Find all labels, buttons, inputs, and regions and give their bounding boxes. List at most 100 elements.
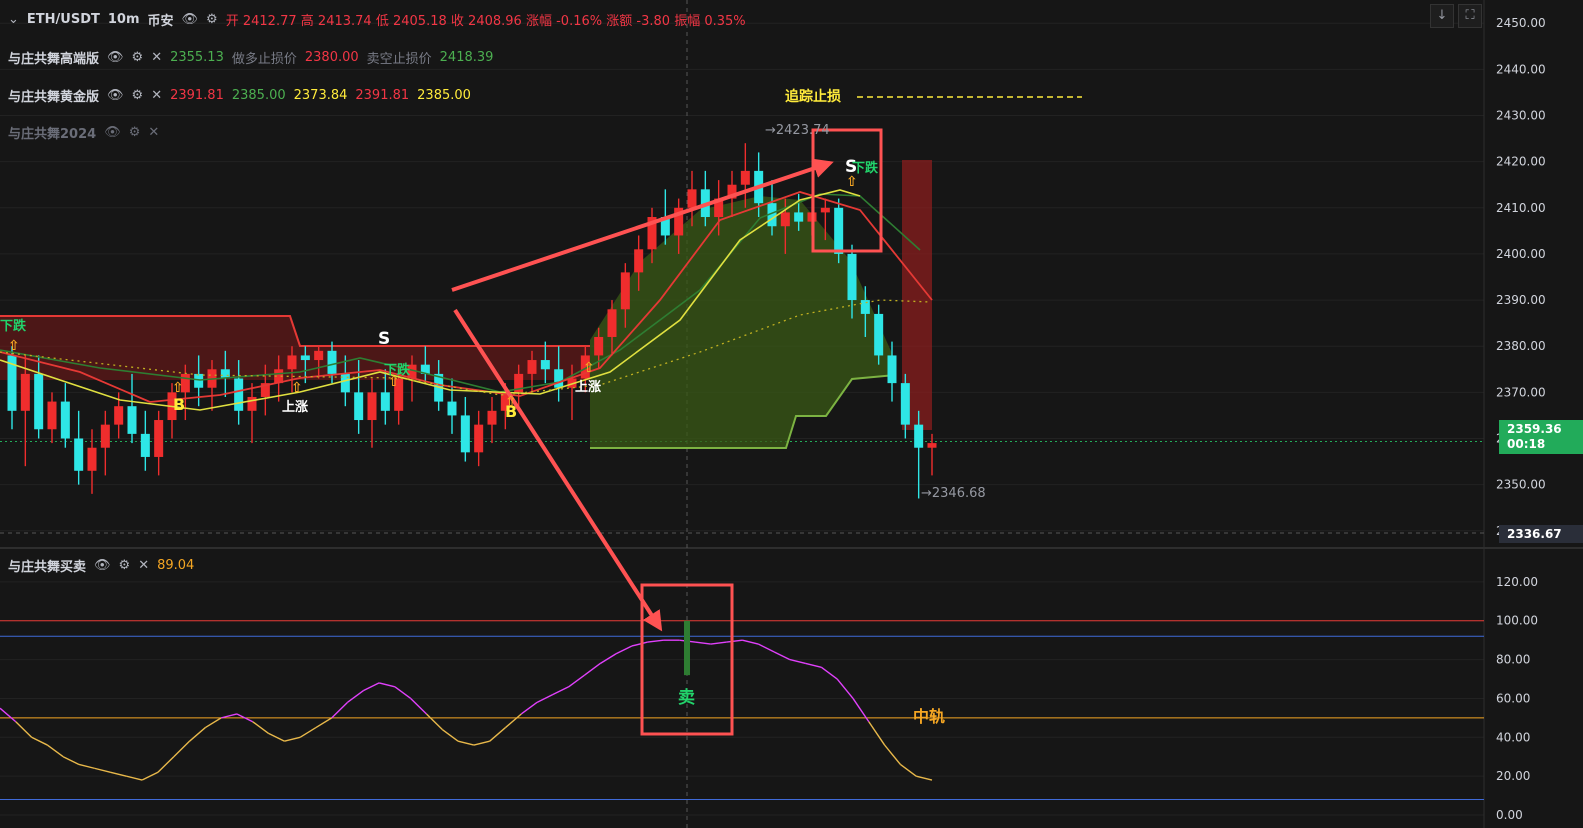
osc-tick: 120.00 <box>1496 575 1538 589</box>
osc-line <box>520 701 538 715</box>
indicator-row: 与庄共舞高端版 👁 ⚙ ✕ 2355.13 做多止损价 2380.00 卖空止损价 2418.3… <box>8 48 493 67</box>
osc-line <box>126 775 143 781</box>
osc-tick: 0.00 <box>1496 808 1523 822</box>
candle-body <box>87 447 97 471</box>
price-tick: 2430.00 <box>1496 109 1546 123</box>
candle-body <box>20 373 30 411</box>
exchange-label: 币安 <box>147 14 174 29</box>
candle-body <box>594 336 604 356</box>
osc-line <box>505 713 522 729</box>
osc-line <box>441 728 459 742</box>
osc-line <box>821 666 838 680</box>
candle-body <box>287 355 297 370</box>
candle-body <box>554 369 564 388</box>
osc-line <box>457 740 475 746</box>
indicator-value: 2355.13 <box>170 50 224 65</box>
osc-line <box>110 771 127 777</box>
candle-body <box>860 300 870 314</box>
osc-tick: 60.00 <box>1496 691 1530 705</box>
sub-indicator-header: 与庄共舞买卖 👁 ⚙ ✕ 89.04 <box>8 556 194 575</box>
close-icon[interactable]: ✕ <box>151 50 162 65</box>
fullscreen-icon[interactable]: ⛶ <box>1458 4 1482 28</box>
candle-body <box>447 401 457 416</box>
up-label: 上涨 <box>282 400 308 415</box>
close-icon[interactable]: ✕ <box>151 88 162 103</box>
candle-body <box>527 360 537 374</box>
eye-icon[interactable]: 👁 <box>107 88 124 103</box>
osc-line <box>378 682 396 688</box>
signal-b: B <box>173 395 185 414</box>
chevron-down-icon[interactable]: ⌄ <box>8 12 19 27</box>
osc-line <box>726 639 743 643</box>
sub-indicator-name[interactable]: 与庄共舞买卖 <box>8 556 86 575</box>
gear-icon[interactable]: ⚙ <box>129 125 141 140</box>
close-icon[interactable]: ✕ <box>148 125 159 140</box>
arrow-marker-icon: ⇧ <box>505 394 517 410</box>
indicator-name[interactable]: 与庄共舞高端版 <box>8 48 99 67</box>
osc-line <box>473 740 490 746</box>
price-tick: 2370.00 <box>1496 385 1546 399</box>
indicator-value: 2385.00 <box>417 88 471 103</box>
osc-line <box>631 641 648 647</box>
candle-body <box>834 207 844 254</box>
symbol-name[interactable]: ETH/USDT <box>27 12 100 27</box>
osc-line <box>315 717 333 729</box>
indicator-value: 做多止损价 <box>231 52 297 67</box>
indicator-name[interactable]: 与庄共舞2024 <box>8 123 96 142</box>
indicator-name[interactable]: 与庄共舞黄金版 <box>8 86 99 105</box>
crosshair-price-label: 2336.67 <box>1499 525 1583 543</box>
close-icon[interactable]: ✕ <box>138 558 149 573</box>
candle-body <box>300 355 310 361</box>
osc-tick: 80.00 <box>1496 653 1530 667</box>
osc-line <box>173 740 191 758</box>
candle-body <box>60 401 70 439</box>
high-marker: →2423.74 <box>765 123 830 138</box>
sell-signal-bar <box>684 620 690 676</box>
interval-label[interactable]: 10m <box>108 12 140 27</box>
osc-line <box>584 662 601 676</box>
osc-line <box>284 736 301 742</box>
candle-body <box>780 212 790 227</box>
scroll-down-icon[interactable]: ↓ <box>1430 4 1454 28</box>
indicator-value: 卖空止损价 <box>366 52 432 67</box>
candle-body <box>820 207 830 213</box>
candle-body <box>874 313 884 356</box>
candle-body <box>887 355 897 384</box>
low-marker: →2346.68 <box>921 486 986 501</box>
arrow-marker-icon: ⇧ <box>583 360 595 376</box>
osc-line <box>0 707 17 723</box>
osc-line <box>363 682 380 692</box>
candle-body <box>380 392 390 411</box>
candle-body <box>740 170 750 185</box>
eye-icon[interactable]: 👁 <box>182 12 199 27</box>
sell-label: 卖 <box>678 687 695 708</box>
indicator-value: 2380.00 <box>304 50 359 65</box>
osc-line <box>94 767 111 773</box>
eye-icon[interactable]: 👁 <box>104 125 121 140</box>
eye-icon[interactable]: 👁 <box>107 50 124 65</box>
arrow-marker-icon: ⇧ <box>846 174 858 190</box>
candle-body <box>314 350 324 361</box>
osc-line <box>46 744 64 758</box>
osc-line <box>426 713 443 731</box>
candle-body <box>487 410 497 425</box>
candle-body <box>100 424 110 448</box>
gear-icon[interactable]: ⚙ <box>132 88 144 103</box>
osc-tick: 20.00 <box>1496 769 1530 783</box>
candle-body <box>354 392 364 421</box>
arrow-marker-icon: ⇧ <box>172 380 184 396</box>
gear-icon[interactable]: ⚙ <box>119 558 131 573</box>
eye-icon[interactable]: 👁 <box>94 558 111 573</box>
price-tick: 2400.00 <box>1496 247 1546 261</box>
osc-line <box>489 727 506 742</box>
down-label: 下跌 <box>0 318 27 334</box>
sub-indicator-value: 89.04 <box>157 558 195 573</box>
osc-line <box>599 653 617 665</box>
price-tick: 2410.00 <box>1496 201 1546 215</box>
osc-line <box>15 721 33 738</box>
gear-icon[interactable]: ⚙ <box>206 12 218 27</box>
candle-body <box>367 392 377 421</box>
gear-icon[interactable]: ⚙ <box>132 50 144 65</box>
osc-line <box>410 697 427 715</box>
candle-body <box>847 253 857 301</box>
